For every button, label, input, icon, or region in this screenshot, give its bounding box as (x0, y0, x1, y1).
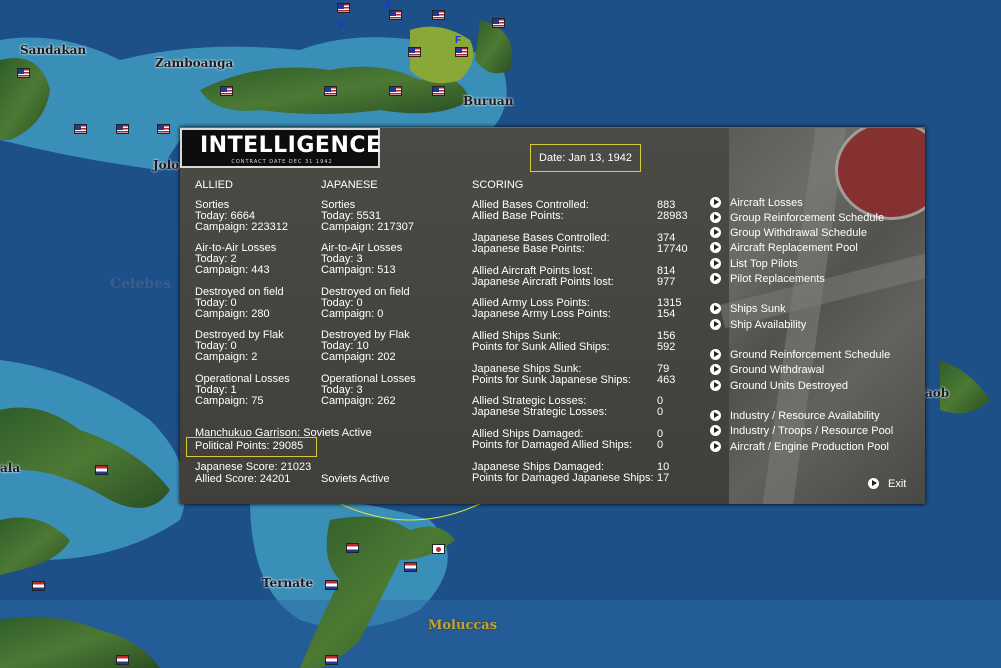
japanese-score: Japanese Score: 21023 (195, 461, 312, 473)
arrow-right-icon (710, 227, 721, 238)
score-label: Points for Sunk Japanese Ships: (472, 374, 631, 386)
arrow-right-icon (710, 410, 721, 421)
dutch-base-flag[interactable] (325, 655, 338, 665)
allied-a2a-campaign: Campaign: 443 (195, 264, 270, 276)
soviets-status: Soviets Active (321, 473, 390, 485)
score-label: Japanese Strategic Losses: (472, 406, 608, 418)
arrow-right-icon (710, 441, 721, 452)
allied-flak-campaign: Campaign: 2 (195, 351, 258, 363)
allied-base-flag[interactable] (455, 47, 468, 57)
current-date: Date: Jan 13, 1942 (530, 144, 641, 172)
allied-base-flag[interactable] (432, 86, 445, 96)
allied-base-flag[interactable] (324, 86, 337, 96)
fortification-marker-icon: F (339, 20, 346, 31)
allied-base-flag[interactable] (408, 47, 421, 57)
arrow-right-icon (710, 349, 721, 360)
arrow-right-icon (710, 258, 721, 269)
place-label-celebes: Celebes (110, 276, 171, 292)
dutch-base-flag[interactable] (346, 543, 359, 553)
intelligence-screen: INTELLIGENCE CONTRACT DATE DEC 31 1942 D… (180, 127, 925, 504)
score-value: 17 (657, 472, 670, 484)
score-value: 154 (657, 308, 676, 320)
allied-header: ALLIED (195, 179, 233, 191)
allied-base-flag[interactable] (17, 68, 30, 78)
place-label-aob: aob (925, 386, 950, 400)
allied-base-flag[interactable] (220, 86, 233, 96)
score-label: Japanese Aircraft Points lost: (472, 276, 614, 288)
intelligence-title-plate: INTELLIGENCE CONTRACT DATE DEC 31 1942 (180, 128, 382, 168)
score-label: Japanese Base Points: (472, 243, 585, 255)
political-points: Political Points: 29085 (195, 440, 304, 452)
score-label: Points for Sunk Allied Ships: (472, 341, 610, 353)
place-label-zamboanga: Zamboanga (155, 56, 234, 70)
arrow-right-icon (710, 212, 721, 223)
fortification-marker-icon: F (455, 35, 462, 46)
arrow-right-icon (710, 303, 721, 314)
score-value: 592 (657, 341, 676, 353)
place-label-moluccas: Moluccas (428, 618, 498, 633)
japanese-field-campaign: Campaign: 0 (321, 308, 384, 320)
allied-ops-campaign: Campaign: 75 (195, 395, 264, 407)
dutch-base-flag[interactable] (116, 655, 129, 665)
allied-base-flag[interactable] (157, 124, 170, 134)
japanese-roundel-icon (835, 128, 925, 220)
allied-score: Allied Score: 24201 (195, 473, 291, 485)
page-title: INTELLIGENCE (200, 133, 382, 158)
arrow-right-icon (868, 478, 879, 489)
dutch-base-flag[interactable] (404, 562, 417, 572)
score-value: 28983 (657, 210, 688, 222)
place-label-sandakan: Sandakan (20, 43, 87, 57)
score-label: Japanese Army Loss Points: (472, 308, 611, 320)
arrow-right-icon (710, 425, 721, 436)
allied-field-campaign: Campaign: 280 (195, 308, 270, 320)
allied-sorties-campaign: Campaign: 223312 (195, 221, 288, 233)
place-label-buruan: Buruan (463, 94, 514, 108)
score-label: Allied Base Points: (472, 210, 564, 222)
arrow-right-icon (710, 242, 721, 253)
place-label-jolo: Jolo (153, 158, 180, 172)
arrow-right-icon (710, 364, 721, 375)
japanese-sorties-campaign: Campaign: 217307 (321, 221, 414, 233)
allied-base-flag[interactable] (492, 18, 505, 28)
japanese-flak-campaign: Campaign: 202 (321, 351, 396, 363)
dutch-base-flag[interactable] (325, 580, 338, 590)
score-value: 0 (657, 439, 664, 451)
contract-date-subtitle: CONTRACT DATE DEC 31 1942 (231, 159, 333, 165)
allied-base-flag[interactable] (74, 124, 87, 134)
fortification-marker-icon: F (385, 1, 392, 12)
dutch-base-flag[interactable] (95, 465, 108, 475)
score-value: 0 (657, 406, 664, 418)
arrow-right-icon (710, 197, 721, 208)
scoring-header: SCORING (472, 179, 524, 191)
allied-base-flag[interactable] (116, 124, 129, 134)
arrow-right-icon (710, 273, 721, 284)
score-value: 977 (657, 276, 676, 288)
japanese-ops-campaign: Campaign: 262 (321, 395, 396, 407)
place-label-ala: ala (0, 461, 21, 475)
arrow-right-icon (710, 380, 721, 391)
allied-base-flag[interactable] (432, 10, 445, 20)
score-value: 463 (657, 374, 676, 386)
japanese-a2a-campaign: Campaign: 513 (321, 264, 396, 276)
score-label: Points for Damaged Japanese Ships: (472, 472, 654, 484)
arrow-right-icon (710, 319, 721, 330)
japanese-base-flag[interactable] (432, 544, 445, 554)
allied-base-flag[interactable] (389, 86, 402, 96)
dutch-base-flag[interactable] (32, 581, 45, 591)
japanese-header: JAPANESE (321, 179, 378, 191)
allied-base-flag[interactable] (337, 3, 350, 13)
score-value: 17740 (657, 243, 688, 255)
score-label: Points for Damaged Allied Ships: (472, 439, 633, 451)
place-label-ternate: Ternate (262, 576, 314, 590)
